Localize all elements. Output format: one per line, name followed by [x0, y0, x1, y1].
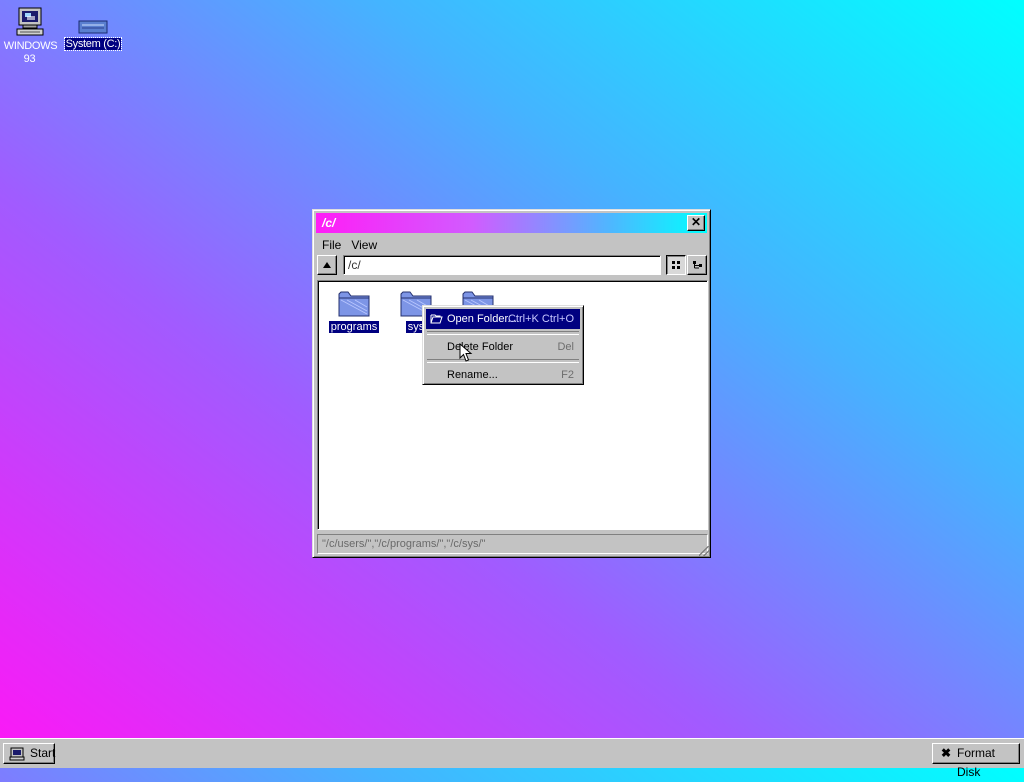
up-button[interactable] — [317, 255, 337, 275]
computer-icon — [16, 7, 44, 36]
desktop-icon-label: System (C:) — [63, 37, 123, 51]
menu-view[interactable]: View — [346, 236, 382, 254]
open-folder-icon — [430, 314, 443, 324]
start-icon — [9, 747, 25, 761]
menu-item-shortcut: Ctrl+K Ctrl+O — [507, 313, 574, 325]
menu-item-delete-folder[interactable]: Delete Folder Del — [426, 337, 580, 357]
grid-view-icon — [672, 261, 680, 269]
menu-item-open-folder[interactable]: Open Folder... Ctrl+K Ctrl+O — [426, 309, 580, 329]
folder-icon — [338, 291, 370, 317]
folder-label: programs — [327, 320, 381, 334]
window-title: /c/ — [322, 216, 336, 230]
menu-item-shortcut: Del — [557, 341, 574, 353]
menu-item-label: Open Folder... — [447, 313, 517, 325]
status-bar: "/c/users/","/c/programs/","/c/sys/" — [317, 534, 708, 554]
tree-view-button[interactable] — [687, 255, 707, 275]
menubar: File View — [317, 236, 382, 254]
tree-view-icon — [692, 261, 702, 269]
mouse-cursor-icon — [459, 343, 473, 362]
menu-item-rename[interactable]: Rename... F2 — [426, 365, 580, 385]
folder-item-programs[interactable]: programs — [326, 288, 382, 334]
menu-file[interactable]: File — [317, 236, 346, 254]
toolbar — [317, 255, 707, 277]
start-button[interactable]: Start — [3, 743, 55, 764]
window-titlebar[interactable]: /c/ ✕ — [316, 213, 707, 233]
menu-item-label: Rename... — [447, 369, 498, 381]
icon-view-button[interactable] — [666, 255, 686, 275]
close-x-icon: ✖ — [941, 746, 952, 760]
drive-icon — [78, 20, 108, 34]
format-disk-button[interactable]: ✖ Format Disk — [932, 743, 1020, 779]
desktop-icon-system-drive[interactable]: System (C:) — [61, 18, 125, 51]
desktop-icon-windows93[interactable]: WINDOWS 93 — [0, 6, 62, 66]
close-icon: ✕ — [690, 215, 702, 229]
menu-separator — [427, 331, 579, 335]
path-input[interactable] — [343, 255, 661, 275]
start-label: Start — [30, 746, 56, 760]
menu-separator — [427, 359, 579, 363]
menu-item-shortcut: F2 — [561, 369, 574, 381]
context-menu: Open Folder... Ctrl+K Ctrl+O Delete Fold… — [422, 305, 584, 385]
status-text: "/c/users/","/c/programs/","/c/sys/" — [322, 538, 486, 550]
resize-grip[interactable] — [699, 546, 709, 556]
format-disk-label: Format Disk — [957, 746, 996, 779]
close-button[interactable]: ✕ — [687, 215, 705, 231]
menu-item-label: Delete Folder — [447, 341, 514, 353]
up-arrow-icon — [323, 262, 331, 268]
taskbar: Start ✖ Format Disk — [0, 738, 1024, 779]
desktop-icon-label: WINDOWS 93 — [3, 40, 58, 65]
